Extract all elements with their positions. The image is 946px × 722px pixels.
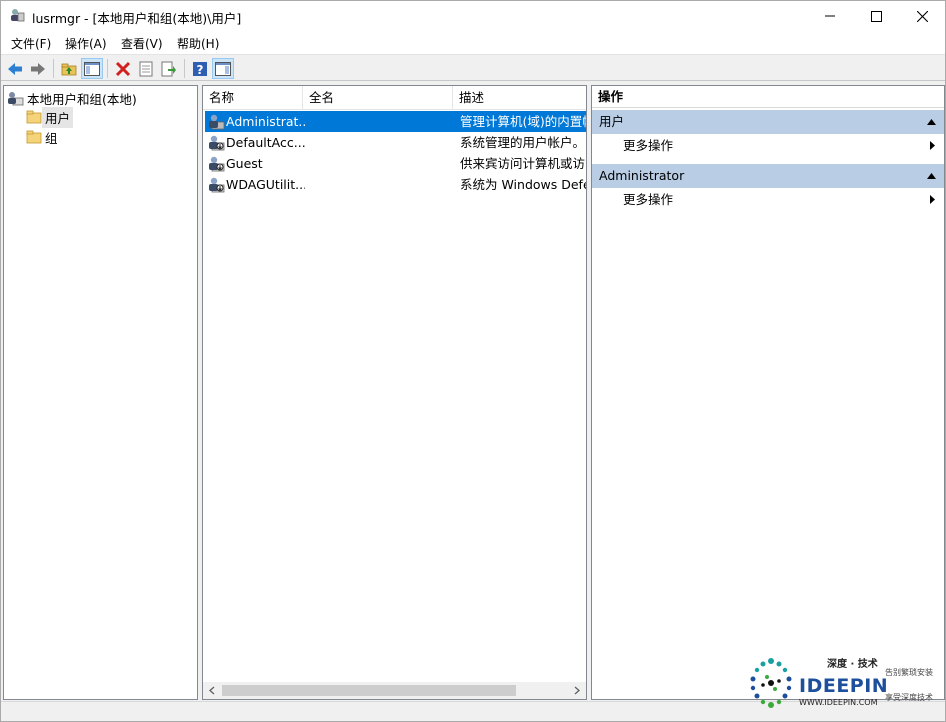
user-description: 系统为 Windows Defe bbox=[460, 177, 586, 192]
scroll-left-icon[interactable] bbox=[208, 686, 216, 695]
scroll-right-icon[interactable] bbox=[573, 686, 581, 695]
action-group-administrator[interactable]: Administrator bbox=[592, 164, 944, 188]
show-hide-action-pane-button[interactable] bbox=[212, 58, 234, 79]
properties-icon bbox=[139, 61, 153, 76]
menu-view[interactable]: 查看(V) bbox=[121, 35, 163, 52]
close-button[interactable] bbox=[899, 1, 945, 31]
forward-button[interactable] bbox=[27, 58, 49, 79]
folder-up-icon bbox=[61, 63, 77, 75]
user-name: DefaultAcc... bbox=[226, 135, 305, 150]
user-description: 供来宾访问计算机或访问 bbox=[460, 156, 586, 171]
list-header: 名称 全名 描述 bbox=[203, 86, 586, 110]
tree-root[interactable]: 本地用户和组(本地) bbox=[7, 88, 140, 108]
users-groups-icon bbox=[8, 92, 24, 106]
disabled-user-icon bbox=[209, 156, 225, 172]
action-item-label: 更多操作 bbox=[623, 138, 674, 153]
delete-button[interactable] bbox=[112, 58, 134, 79]
tree-item-users[interactable]: 用户 bbox=[26, 106, 74, 128]
submenu-arrow-icon bbox=[930, 195, 935, 204]
disabled-user-icon bbox=[209, 177, 225, 193]
forward-arrow-icon bbox=[31, 62, 45, 75]
minimize-button[interactable] bbox=[807, 1, 853, 31]
scrollbar-thumb[interactable] bbox=[222, 685, 516, 696]
action-item-label: 更多操作 bbox=[623, 192, 674, 207]
delete-x-icon bbox=[115, 61, 131, 76]
tree-item-label: 组 bbox=[45, 130, 58, 146]
menu-action[interactable]: 操作(A) bbox=[65, 35, 107, 52]
user-name: Guest bbox=[226, 156, 263, 171]
watermark-tagline: 深度 · 技术 bbox=[827, 659, 878, 670]
column-description-header[interactable]: 描述 bbox=[453, 86, 586, 110]
action-group-label: 用户 bbox=[599, 114, 625, 129]
window-title: lusrmgr - [本地用户和组(本地)\用户] bbox=[32, 11, 242, 26]
maximize-icon bbox=[870, 10, 882, 22]
horizontal-scrollbar[interactable] bbox=[203, 682, 586, 699]
submenu-arrow-icon bbox=[930, 141, 935, 150]
title-bar[interactable]: lusrmgr - [本地用户和组(本地)\用户] bbox=[1, 1, 945, 31]
maximize-button[interactable] bbox=[853, 1, 899, 31]
export-icon bbox=[161, 61, 176, 76]
user-name: WDAGUtilit... bbox=[226, 177, 305, 192]
back-button[interactable] bbox=[4, 58, 26, 79]
console-tree-pane: 本地用户和组(本地) 用户 组 bbox=[3, 85, 198, 700]
close-icon bbox=[916, 10, 928, 22]
ideepin-logo-icon bbox=[750, 658, 792, 708]
folder-icon bbox=[26, 130, 42, 144]
console-tree-icon bbox=[84, 61, 100, 76]
collapse-up-icon[interactable] bbox=[927, 173, 936, 179]
user-icon bbox=[209, 114, 225, 130]
watermark-slogan-1: 告别繁琐安装 bbox=[885, 668, 933, 677]
back-arrow-icon bbox=[8, 62, 22, 75]
disabled-user-icon bbox=[209, 135, 225, 151]
action-group-label: Administrator bbox=[599, 168, 685, 183]
help-icon: ? bbox=[193, 61, 207, 77]
users-app-icon bbox=[11, 9, 25, 22]
collapse-up-icon[interactable] bbox=[927, 119, 936, 125]
menu-help[interactable]: 帮助(H) bbox=[177, 35, 219, 52]
toolbar-separator bbox=[184, 59, 185, 78]
user-description: 管理计算机(域)的内置帐 bbox=[460, 114, 586, 129]
user-list-pane: 名称 全名 描述 Administrat... 管理计算机(域)的内置帐 Def… bbox=[202, 85, 587, 700]
ideepin-watermark: 深度 · 技术 IDEEPIN WWW.IDEEPIN.COM 告别繁琐安装 享… bbox=[743, 653, 943, 713]
watermark-slogan-2: 享受深度技术 bbox=[885, 693, 933, 702]
toolbar-separator bbox=[53, 59, 54, 78]
show-hide-tree-button[interactable] bbox=[81, 58, 103, 79]
watermark-url: WWW.IDEEPIN.COM bbox=[799, 698, 878, 707]
properties-button[interactable] bbox=[135, 58, 157, 79]
help-button[interactable]: ? bbox=[189, 58, 211, 79]
action-more-actions-users[interactable]: 更多操作 bbox=[592, 135, 944, 157]
column-fullname-header[interactable]: 全名 bbox=[303, 86, 453, 110]
table-row-administrator[interactable]: Administrat... 管理计算机(域)的内置帐 bbox=[205, 111, 586, 132]
menu-bar: 文件(F) 操作(A) 查看(V) 帮助(H) bbox=[1, 31, 945, 55]
app-window: lusrmgr - [本地用户和组(本地)\用户] 文件(F) 操作(A) 查看… bbox=[0, 0, 946, 722]
up-level-button[interactable] bbox=[58, 58, 80, 79]
action-group-users[interactable]: 用户 bbox=[592, 110, 944, 134]
svg-text:?: ? bbox=[197, 63, 204, 77]
tree-item-label: 用户 bbox=[42, 106, 74, 128]
table-row-guest[interactable]: Guest 供来宾访问计算机或访问 bbox=[205, 153, 586, 174]
toolbar-separator bbox=[107, 59, 108, 78]
action-pane-icon bbox=[215, 61, 231, 76]
user-description: 系统管理的用户帐户。 bbox=[460, 135, 586, 150]
action-pane: 操作 用户 更多操作 Administrator 更多操作 bbox=[591, 85, 945, 700]
export-list-button[interactable] bbox=[158, 58, 180, 79]
action-pane-title: 操作 bbox=[592, 86, 944, 108]
user-name: Administrat... bbox=[226, 114, 305, 129]
tree-root-label: 本地用户和组(本地) bbox=[27, 91, 137, 107]
toolbar: ? bbox=[1, 56, 945, 81]
menu-file[interactable]: 文件(F) bbox=[11, 35, 51, 52]
folder-icon bbox=[26, 110, 42, 124]
table-row-wdagutility[interactable]: WDAGUtilit... 系统为 Windows Defe bbox=[205, 174, 586, 195]
table-row-defaultaccount[interactable]: DefaultAcc... 系统管理的用户帐户。 bbox=[205, 132, 586, 153]
column-name-header[interactable]: 名称 bbox=[203, 86, 303, 110]
tree-item-groups[interactable]: 组 bbox=[26, 127, 61, 147]
minimize-icon bbox=[825, 15, 835, 17]
action-more-actions-administrator[interactable]: 更多操作 bbox=[592, 189, 944, 211]
watermark-brand: IDEEPIN bbox=[799, 675, 889, 697]
